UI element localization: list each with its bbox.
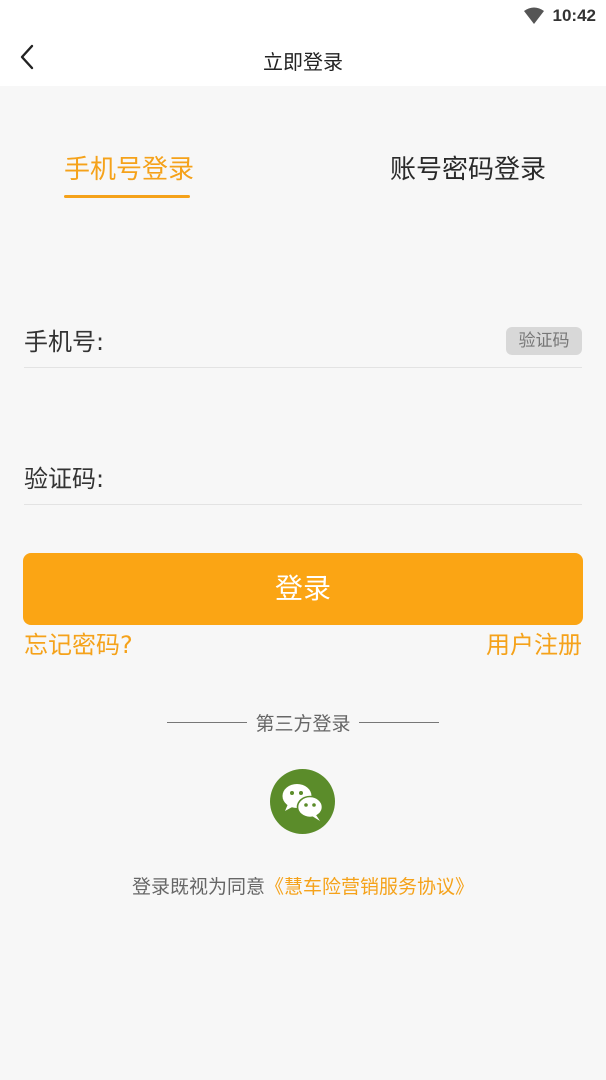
divider-line-left xyxy=(167,721,248,723)
active-tab-indicator xyxy=(64,195,190,198)
status-time: 10:42 xyxy=(552,6,596,25)
tab-phone-login[interactable]: 手机号登录 xyxy=(64,152,194,188)
third-party-label: 第三方登录 xyxy=(255,712,351,735)
phone-divider xyxy=(24,367,582,368)
agreement-link[interactable]: 《慧车险营销服务协议》 xyxy=(265,876,474,898)
get-code-button[interactable]: 验证码 xyxy=(506,327,582,355)
wifi-icon xyxy=(523,7,545,25)
tab-account-login[interactable]: 账号密码登录 xyxy=(390,152,546,188)
wechat-login-button[interactable] xyxy=(270,769,335,834)
divider-line-right xyxy=(358,721,439,723)
code-input[interactable] xyxy=(118,463,578,497)
page-title: 立即登录 xyxy=(263,50,343,74)
login-screen: 10:42 立即登录 手机号登录 账号密码登录 手机号: 验证码 验证码: 登录… xyxy=(0,0,606,1080)
forgot-password-link[interactable]: 忘记密码? xyxy=(24,628,133,662)
code-divider xyxy=(24,504,582,505)
status-right: 10:42 xyxy=(523,6,596,26)
status-bar: 10:42 xyxy=(0,0,606,32)
header: 立即登录 xyxy=(0,32,606,86)
third-party-divider: 第三方登录 xyxy=(0,708,606,736)
agreement-prefix: 登录既视为同意 xyxy=(131,876,265,898)
login-button[interactable]: 登录 xyxy=(23,553,583,625)
agreement-text: 登录既视为同意《慧车险营销服务协议》 xyxy=(0,872,606,899)
code-label: 验证码: xyxy=(24,465,105,493)
wechat-icon xyxy=(270,769,335,838)
phone-label: 手机号: xyxy=(24,328,105,356)
register-link[interactable]: 用户注册 xyxy=(486,628,582,662)
phone-input[interactable] xyxy=(118,326,498,360)
